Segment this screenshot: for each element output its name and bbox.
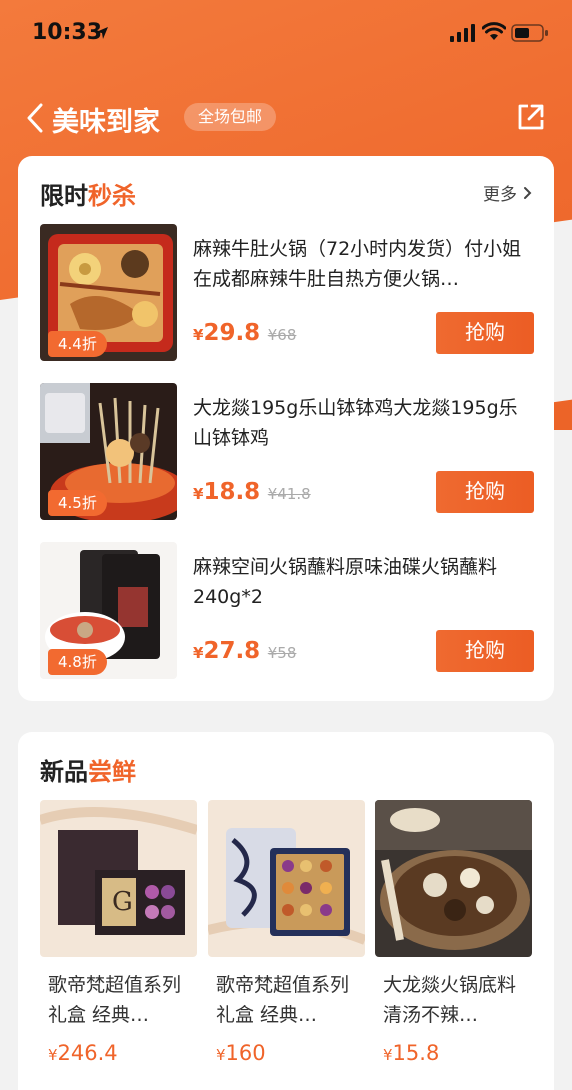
buy-now-button[interactable]: 抢购 <box>436 630 534 672</box>
product-title: 大龙燚火锅底料清汤不辣… <box>383 974 517 1026</box>
new-arrivals-title-main: 新品 <box>40 758 88 786</box>
flash-sale-card: 限时秒杀 更多 4.4折 麻辣牛肚火锅（72小时内发货）付小姐在成都麻辣牛肚自热… <box>18 156 554 701</box>
product-image: 4.5折 <box>40 383 177 520</box>
new-arrivals-card: 新品尝鲜 G 歌帝梵超值系列礼盒 经典… ¥246.4 歌帝梵超值系列礼盒 经典… <box>18 732 554 1090</box>
original-price: ¥58 <box>267 644 297 662</box>
nav-bar: 美味到家 全场包邮 <box>0 96 572 140</box>
product-title: 歌帝梵超值系列礼盒 经典… <box>216 974 350 1026</box>
currency-symbol: ¥ <box>383 1046 393 1064</box>
price-value: 27.8 <box>203 638 261 664</box>
back-chevron-icon[interactable] <box>24 102 46 138</box>
currency-symbol: ¥ <box>48 1046 58 1064</box>
page-title: 美味到家 <box>52 107 160 138</box>
product-image: 4.4折 <box>40 224 177 361</box>
cellular-signal-icon <box>450 24 476 46</box>
chevron-right-icon <box>523 185 532 205</box>
discount-badge: 4.8折 <box>48 649 107 675</box>
price-value: 246.4 <box>57 1041 118 1065</box>
currency-symbol: ¥ <box>216 1046 226 1064</box>
new-arrivals-title-accent: 尝鲜 <box>88 758 136 786</box>
location-arrow-icon <box>95 25 109 44</box>
share-icon[interactable] <box>516 102 546 136</box>
price-value: 18.8 <box>203 479 261 505</box>
product-price: ¥15.8 <box>383 1041 439 1065</box>
currency-symbol: ¥ <box>193 485 204 503</box>
product-price: ¥246.4 <box>48 1041 118 1065</box>
flash-sale-title-accent: 秒杀 <box>88 182 136 210</box>
product-image <box>375 800 532 957</box>
battery-icon <box>511 24 549 46</box>
product-price: ¥18.8 ¥41.8 <box>193 479 311 505</box>
product-image <box>208 800 365 957</box>
buy-now-button[interactable]: 抢购 <box>436 312 534 354</box>
flash-product-item[interactable]: 4.4折 麻辣牛肚火锅（72小时内发货）付小姐在成都麻辣牛肚自热方便火锅… ¥2… <box>40 224 534 362</box>
price-value: 15.8 <box>392 1041 440 1065</box>
svg-text:G: G <box>112 887 133 917</box>
original-price: ¥41.8 <box>267 485 311 503</box>
product-title: 麻辣空间火锅蘸料原味油碟火锅蘸料240g*2 <box>193 556 498 608</box>
free-shipping-badge: 全场包邮 <box>184 103 277 131</box>
buy-now-button[interactable]: 抢购 <box>436 471 534 513</box>
status-time: 10:33 <box>32 20 103 45</box>
wifi-icon <box>481 22 507 46</box>
flash-sale-title: 限时秒杀 <box>40 176 136 211</box>
product-price: ¥29.8 ¥68 <box>193 320 296 346</box>
status-bar: 10:33 <box>0 0 572 66</box>
currency-symbol: ¥ <box>193 644 204 662</box>
flash-sale-title-main: 限时 <box>40 182 88 210</box>
flash-product-item[interactable]: 4.5折 大龙燚195g乐山钵钵鸡大龙燚195g乐山钵钵鸡 ¥18.8 ¥41.… <box>40 383 534 521</box>
discount-badge: 4.4折 <box>48 331 107 357</box>
flash-product-item[interactable]: 4.8折 麻辣空间火锅蘸料原味油碟火锅蘸料240g*2 ¥27.8 ¥58 抢购 <box>40 542 534 680</box>
price-value: 29.8 <box>203 320 261 346</box>
original-price: ¥68 <box>267 326 297 344</box>
price-value: 160 <box>225 1041 266 1065</box>
currency-symbol: ¥ <box>193 326 204 344</box>
discount-badge: 4.5折 <box>48 490 107 516</box>
more-label: 更多 <box>483 185 517 205</box>
product-image: G <box>40 800 197 957</box>
product-price: ¥27.8 ¥58 <box>193 638 296 664</box>
product-price: ¥160 <box>216 1041 266 1065</box>
more-link[interactable]: 更多 <box>483 180 532 205</box>
product-title: 大龙燚195g乐山钵钵鸡大龙燚195g乐山钵钵鸡 <box>193 397 518 449</box>
product-title: 歌帝梵超值系列礼盒 经典… <box>48 974 182 1026</box>
new-arrivals-title: 新品尝鲜 <box>40 752 136 787</box>
product-image: 4.8折 <box>40 542 177 679</box>
product-title: 麻辣牛肚火锅（72小时内发货）付小姐在成都麻辣牛肚自热方便火锅… <box>193 238 522 290</box>
